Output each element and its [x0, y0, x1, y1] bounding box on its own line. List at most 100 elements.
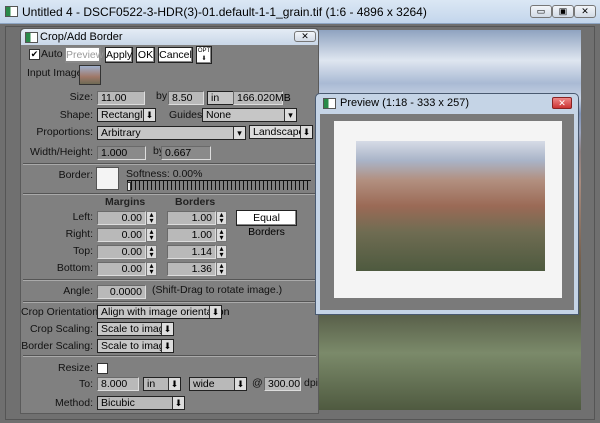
margin-field[interactable]: 0.00	[97, 211, 146, 225]
dropdown-arrow-icon: ⬇	[172, 397, 184, 409]
preview-button[interactable]: Preview	[65, 47, 103, 63]
divider	[23, 163, 316, 165]
dropdown-arrow-icon: ⬇	[234, 378, 246, 390]
resize-unit-value: in	[147, 378, 156, 390]
guides-label: Guides:	[169, 109, 206, 121]
border-spinner[interactable]: ▴ ▾	[216, 228, 227, 242]
divider	[23, 193, 316, 195]
border-field[interactable]: 1.00	[167, 211, 216, 225]
to-label: To:	[78, 378, 93, 390]
window-title: Untitled 4 - DSCF0522-3-HDR(3)-01.defaul…	[22, 5, 427, 19]
preview-title: Preview (1:18 - 333 x 257)	[340, 97, 470, 109]
dropdown-arrow-icon: ▾	[284, 109, 296, 121]
softness-label: Softness: 0.00%	[126, 168, 203, 180]
dropdown-arrow-icon: ▾	[233, 127, 245, 139]
shape-label: Shape:	[59, 109, 93, 121]
crop-scaling-select[interactable]: Scale to image ⬇	[97, 322, 174, 336]
angle-label: Angle:	[63, 285, 93, 297]
proportions-select[interactable]: Arbitrary ▾	[97, 126, 246, 140]
border-field[interactable]: 1.00	[167, 228, 216, 242]
resize-dimension-value: wide	[193, 378, 215, 390]
dropdown-arrow-icon: ⬇	[161, 323, 173, 335]
borders-header: Borders	[175, 196, 216, 208]
border-field[interactable]: 1.14	[167, 245, 216, 259]
size-label: Size:	[69, 91, 93, 103]
crop-orientation-select[interactable]: Align with image orientation ⬇	[97, 305, 229, 319]
preview-area	[320, 114, 574, 310]
auto-label: Auto	[41, 48, 63, 60]
guides-select[interactable]: None ▾	[202, 108, 297, 122]
resize-to-field[interactable]: 8.000	[97, 377, 139, 391]
close-button[interactable]: ✕	[574, 5, 596, 18]
maximize-button[interactable]: ▣	[552, 5, 574, 18]
border-field[interactable]: 1.36	[167, 262, 216, 276]
preview-close-button[interactable]: ✕	[552, 97, 572, 109]
orientation-select[interactable]: Landscape ⬇	[249, 125, 313, 139]
resize-checkbox[interactable]	[97, 363, 108, 374]
window-title-bar: Untitled 4 - DSCF0522-3-HDR(3)-01.defaul…	[0, 0, 600, 24]
softness-slider[interactable]	[127, 180, 311, 191]
margin-spinner[interactable]: ▴ ▾	[146, 211, 157, 225]
size-height-field[interactable]: 8.50	[168, 91, 204, 105]
dropdown-arrow-icon: ⬇	[161, 340, 173, 352]
method-select[interactable]: Bicubic ⬇	[97, 396, 185, 410]
resize-dimension-select[interactable]: wide ⬇	[189, 377, 247, 391]
margin-field[interactable]: 0.00	[97, 262, 146, 276]
resize-label: Resize:	[57, 362, 93, 374]
margin-field[interactable]: 0.00	[97, 245, 146, 259]
size-unit-value: in	[211, 92, 220, 104]
border-scaling-label: Border Scaling:	[21, 340, 93, 352]
preview-image	[356, 141, 545, 271]
ok-button[interactable]: OK	[136, 47, 155, 63]
margin-spinner[interactable]: ▴ ▾	[146, 228, 157, 242]
input-image-thumbnail[interactable]	[79, 65, 101, 85]
crop-orientation-label: Crop Orientation:	[21, 306, 101, 318]
angle-field[interactable]: 0.0000	[97, 285, 146, 299]
crop-add-border-dialog: Crop/Add Border ✕ ✔ Auto Preview Apply O…	[20, 28, 319, 414]
crop-scaling-label: Crop Scaling:	[29, 323, 93, 335]
equal-borders-button[interactable]: Equal Borders	[236, 210, 297, 238]
minimize-button[interactable]: ▭	[530, 5, 552, 18]
border-spinner[interactable]: ▴ ▾	[216, 245, 227, 259]
border-scaling-select[interactable]: Scale to image ⬇	[97, 339, 174, 353]
options-button[interactable]: OPT ⬇	[196, 46, 212, 64]
border-spinner[interactable]: ▴ ▾	[216, 211, 227, 225]
dpi-label: dpi	[304, 377, 319, 389]
dialog-icon	[25, 32, 38, 43]
method-value: Bicubic	[101, 397, 135, 409]
border-label: Border:	[58, 169, 93, 181]
dialog-close-button[interactable]: ✕	[294, 31, 316, 42]
dialog-title-bar[interactable]: Crop/Add Border ✕	[21, 29, 318, 45]
proportions-value: Arbitrary	[101, 127, 141, 139]
apply-button[interactable]: Apply	[105, 47, 133, 63]
divider	[23, 301, 316, 303]
dropdown-arrow-icon: ⬇	[209, 306, 221, 318]
angle-hint: (Shift-Drag to rotate image.)	[152, 284, 283, 296]
border-spinner[interactable]: ▴ ▾	[216, 262, 227, 276]
app-icon	[5, 6, 18, 17]
side-label: Bottom:	[56, 262, 93, 274]
proportions-label: Proportions:	[36, 126, 93, 138]
preview-page-border	[334, 121, 562, 298]
size-width-field[interactable]: 11.00	[97, 91, 145, 105]
margins-header: Margins	[105, 196, 146, 208]
side-label: Right:	[65, 228, 93, 240]
border-color-swatch[interactable]	[96, 167, 119, 190]
auto-checkbox[interactable]: ✔	[29, 49, 40, 60]
dropdown-arrow-icon: ⬇	[300, 126, 312, 138]
cancel-button[interactable]: Cancel	[158, 47, 193, 63]
margin-spinner[interactable]: ▴ ▾	[146, 262, 157, 276]
margin-spinner[interactable]: ▴ ▾	[146, 245, 157, 259]
shape-select[interactable]: Rectangle ⬇	[97, 108, 156, 122]
ratio-width-field: 1.000	[97, 146, 146, 160]
margin-field[interactable]: 0.00	[97, 228, 146, 242]
method-label: Method:	[55, 397, 93, 409]
preview-icon	[323, 98, 336, 109]
dpi-field[interactable]: 300.00	[264, 377, 301, 391]
orientation-value: Landscape	[253, 126, 305, 138]
side-label: Left:	[72, 211, 93, 223]
width-height-label: Width/Height:	[29, 146, 93, 158]
slider-handle[interactable]	[127, 182, 131, 191]
options-label: OPT	[197, 48, 211, 54]
resize-unit-select[interactable]: in ⬇	[143, 377, 181, 391]
